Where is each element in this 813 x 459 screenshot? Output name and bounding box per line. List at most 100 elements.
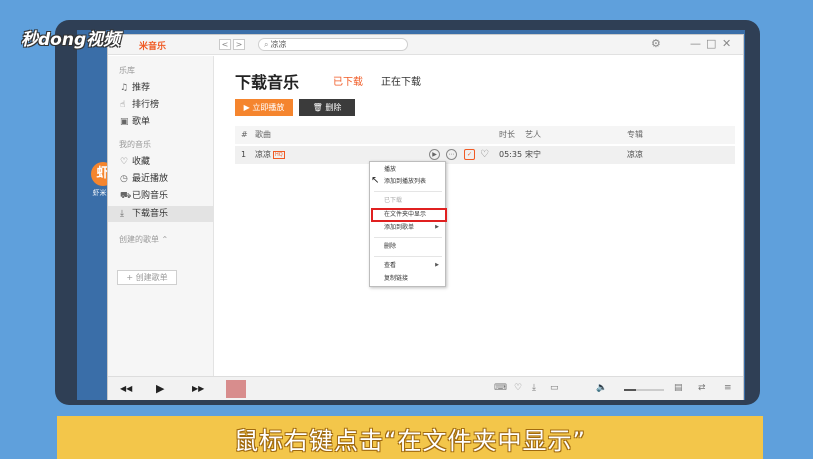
sidebar-item-label: 最近播放	[132, 174, 169, 184]
album-art-thumbnail[interactable]	[226, 380, 246, 398]
create-playlist-button[interactable]: + 创建歌单	[117, 270, 177, 285]
row-song-title: 凉凉	[255, 150, 271, 159]
trash-icon: 🗑	[312, 103, 323, 112]
download-icon: ⤓	[120, 209, 124, 219]
heart-icon[interactable]: ♡	[514, 383, 522, 393]
table-row[interactable]: 1 凉凉 HQ ▶ ⋯ ✓ ♡ 05:35 宋宁 凉凉	[235, 146, 735, 164]
sidebar-item-purchased[interactable]: ⛟已购音乐	[108, 188, 214, 204]
play-circle-icon[interactable]: ▶	[429, 149, 440, 160]
quality-icon[interactable]: ▭	[550, 383, 559, 393]
menu-item-view[interactable]: 查看 ▶	[370, 260, 445, 271]
delete-button[interactable]: 🗑 删除	[299, 99, 355, 116]
search-input[interactable]: ⌕ 凉凉	[258, 38, 408, 51]
play-button[interactable]: ▶	[156, 382, 164, 395]
minimize-button[interactable]: —	[690, 37, 701, 50]
menu-item-downloaded: 已下载	[384, 197, 403, 204]
play-icon: ▶	[243, 103, 250, 112]
sidebar-item-charts[interactable]: ☝ 排行榜	[108, 97, 214, 113]
sidebar-item-label: 推荐	[132, 83, 151, 93]
play-now-button[interactable]: ▶ 立即播放	[235, 99, 293, 116]
highlight-box	[371, 208, 447, 222]
brand-watermark-logo: 秒dong视频	[21, 30, 121, 50]
library-section-title: 乐库	[119, 66, 135, 75]
col-song[interactable]: 歌曲	[255, 126, 271, 144]
search-icon: ⌕	[264, 40, 269, 49]
main-panel: 下载音乐 已下载 正在下载 ▶ 立即播放 🗑 删除 # 歌曲 时长 艺人 专辑 …	[215, 56, 743, 376]
menu-separator	[374, 256, 442, 257]
volume-slider[interactable]	[624, 389, 664, 391]
tab-downloading[interactable]: 正在下载	[381, 73, 421, 88]
sidebar-item-recommend[interactable]: ♫ 推荐	[108, 80, 214, 96]
heart-icon: ♡	[120, 157, 129, 167]
search-value: 凉凉	[270, 40, 287, 49]
context-menu: 播放 添加到播放列表 已下载 在文件夹中显示 添加到歌单 ▶ 删除 查看 ▶ 复制链…	[369, 161, 447, 287]
page-title: 下载音乐	[235, 73, 300, 92]
menu-separator	[374, 237, 442, 238]
chevron-up-icon: ⌃	[161, 235, 169, 244]
caption-bar: 鼠标右键点击“在文件夹中显示”	[57, 416, 763, 459]
sidebar-item-recent[interactable]: ◷ 最近播放	[108, 171, 214, 187]
next-button[interactable]: ▶▶	[192, 384, 204, 393]
play-now-label: 立即播放	[252, 103, 285, 112]
screen-icon: ▣	[120, 117, 129, 127]
sidebar-item-favorites[interactable]: ♡ 收藏	[108, 154, 214, 170]
menu-item-copy-link[interactable]: 复制链接	[370, 273, 445, 284]
col-index: #	[241, 130, 248, 139]
mouse-cursor-icon: ↖	[371, 175, 380, 186]
menu-item-play[interactable]: 播放	[370, 164, 445, 175]
queue-icon[interactable]: ≡	[724, 383, 732, 393]
menu-item-label: 添加到歌单	[384, 224, 415, 231]
sidebar-item-label: 收藏	[132, 157, 151, 167]
col-duration[interactable]: 时长	[499, 126, 515, 144]
downloaded-icon[interactable]: ✓	[464, 149, 475, 160]
previous-button[interactable]: ◀◀	[120, 384, 132, 393]
close-button[interactable]: ✕	[722, 37, 731, 50]
table-header: # 歌曲 时长 艺人 专辑	[235, 126, 735, 144]
row-artist[interactable]: 宋宁	[525, 146, 541, 164]
sidebar-item-downloads[interactable]: ⤓ 下载音乐	[108, 206, 214, 222]
playlist-section-label: 创建的歌单	[119, 235, 159, 244]
col-artist[interactable]: 艺人	[525, 126, 541, 144]
hand-icon: ☝	[120, 100, 126, 110]
volume-icon[interactable]: 🔈	[596, 383, 607, 393]
menu-item-delete[interactable]: 删除	[370, 241, 445, 252]
submenu-arrow-icon: ▶	[435, 224, 439, 230]
lyrics-icon[interactable]: ⌨	[494, 383, 507, 393]
player-bar: ◀◀ ▶ ▶▶ ⌨ ♡ ⤓ ▭ 🔈 ▤ ⇄ ≡	[108, 376, 743, 400]
back-button[interactable]: <	[219, 39, 231, 50]
submenu-arrow-icon: ▶	[435, 262, 439, 268]
download-icon[interactable]: ⤓	[532, 383, 536, 393]
settings-icon[interactable]: ⚙	[651, 37, 661, 50]
col-album[interactable]: 专辑	[627, 126, 643, 144]
cart-icon: ⛟	[120, 191, 132, 201]
delete-label: 删除	[325, 103, 342, 112]
menu-item-add-to-playlist[interactable]: 添加到播放列表	[370, 176, 445, 187]
created-playlists-title[interactable]: 创建的歌单 ⌃	[119, 234, 168, 245]
hq-badge: HQ	[273, 150, 285, 159]
favorite-heart-icon[interactable]: ♡	[480, 146, 489, 164]
sidebar-item-label: 已购音乐	[132, 191, 169, 201]
menu-item-label: 查看	[384, 262, 397, 269]
clock-icon: ◷	[120, 174, 128, 184]
row-song[interactable]: 凉凉 HQ	[255, 146, 285, 164]
row-index: 1	[241, 150, 247, 159]
menu-separator	[374, 191, 442, 192]
more-icon[interactable]: ⋯	[446, 149, 457, 160]
sidebar-item-label: 下载音乐	[132, 209, 169, 219]
row-album[interactable]: 凉凉	[627, 146, 643, 164]
maximize-button[interactable]: □	[706, 37, 716, 50]
sidebar-item-label: 歌单	[132, 117, 151, 127]
music-note-icon: ♫	[120, 83, 129, 93]
repeat-icon[interactable]: ⇄	[698, 383, 706, 393]
sidebar: 乐库 ♫ 推荐 ☝ 排行榜 ▣ 歌单 我的音乐 ♡ 收藏 ◷ 最近播放 ⛟已购音乐 ⤓ 下载…	[108, 56, 214, 376]
my-music-section-title: 我的音乐	[119, 140, 151, 149]
menu-item-add-to-songlist[interactable]: 添加到歌单 ▶	[370, 222, 445, 233]
row-duration: 05:35	[499, 150, 523, 159]
volume-level	[624, 389, 636, 391]
title-bar: 米音乐 < > ⌕ 凉凉 ⚙ — □ ✕	[108, 35, 743, 55]
forward-button[interactable]: >	[233, 39, 245, 50]
sidebar-item-playlists[interactable]: ▣ 歌单	[108, 114, 214, 130]
playlist-icon[interactable]: ▤	[674, 383, 683, 393]
app-logo: 米音乐	[139, 42, 167, 52]
tab-downloaded[interactable]: 已下载	[333, 73, 363, 88]
